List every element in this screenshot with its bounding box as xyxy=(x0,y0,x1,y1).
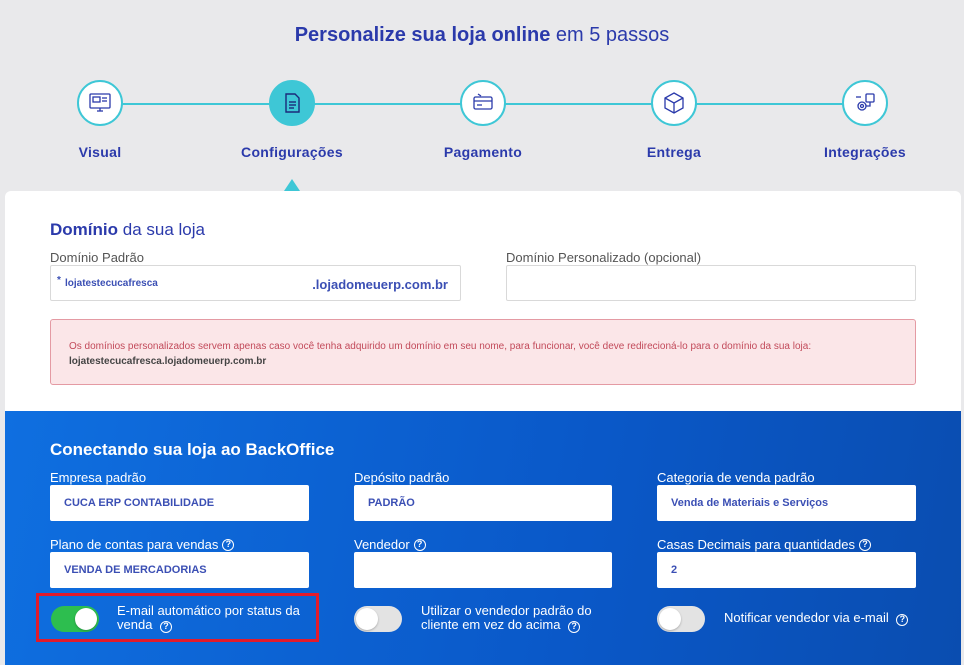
default-domain-field[interactable]: * lojatestecucafresca .lojadomeuerp.com.… xyxy=(50,265,461,301)
toggle-knob xyxy=(75,608,97,630)
categoria-label: Categoria de venda padrão xyxy=(657,470,815,485)
vendedor-padrao-label: Utilizar o vendedor padrão do cliente em… xyxy=(421,604,611,633)
notificar-text: Notificar vendedor via e-mail xyxy=(724,610,889,625)
notificar-label: Notificar vendedor via e-mail ? xyxy=(724,611,924,626)
toggle-knob xyxy=(659,608,681,630)
required-mark: * xyxy=(57,275,61,286)
active-step-pointer xyxy=(284,179,300,191)
default-domain-suffix: .lojadomeuerp.com.br xyxy=(312,277,448,292)
step-visual[interactable]: Visual xyxy=(20,80,180,160)
step-label: Entrega xyxy=(646,144,702,160)
vendedor-label-row: Vendedor ? xyxy=(354,537,426,552)
step-configuracoes[interactable]: Configurações xyxy=(212,80,372,160)
step-label: Configurações xyxy=(241,144,343,160)
box-icon xyxy=(651,80,697,126)
step-label: Pagamento xyxy=(443,144,523,160)
help-icon[interactable]: ? xyxy=(222,538,235,551)
page-title-rest: em 5 passos xyxy=(555,24,670,46)
help-icon[interactable]: ? xyxy=(413,538,426,551)
toggle-knob xyxy=(356,608,378,630)
email-auto-text: E-mail automático por status da venda xyxy=(117,603,300,632)
vendedor-label: Vendedor xyxy=(354,537,410,552)
step-label: Integrações xyxy=(824,144,906,160)
step-pagamento[interactable]: Pagamento xyxy=(403,80,563,160)
plano-label: Plano de contas para vendas xyxy=(50,537,219,552)
layout-icon xyxy=(77,80,123,126)
help-icon[interactable]: ? xyxy=(160,620,173,633)
vendedor-padrao-toggle[interactable] xyxy=(354,606,402,632)
domain-title-bold: Domínio xyxy=(50,220,118,239)
categoria-select[interactable]: Venda de Materiais e Serviços xyxy=(657,485,916,521)
backoffice-title: Conectando sua loja ao BackOffice xyxy=(50,440,335,459)
casas-label-row: Casas Decimais para quantidades ? xyxy=(657,537,871,552)
step-label: Visual xyxy=(78,144,122,160)
help-icon[interactable]: ? xyxy=(859,538,871,551)
domain-title-rest: da sua loja xyxy=(122,220,205,239)
domain-section-title: Domínio da sua loja xyxy=(50,220,205,240)
document-icon xyxy=(269,80,315,126)
plano-select[interactable]: VENDA DE MERCADORIAS xyxy=(50,552,309,588)
vendedor-select[interactable] xyxy=(354,552,612,588)
email-auto-label: E-mail automático por status da venda ? xyxy=(117,604,312,633)
help-icon[interactable]: ? xyxy=(568,620,581,633)
help-icon[interactable]: ? xyxy=(896,613,909,626)
custom-domain-label: Domínio Personalizado (opcional) xyxy=(506,250,702,265)
email-auto-toggle[interactable] xyxy=(51,606,99,632)
empresa-select[interactable]: CUCA ERP CONTABILIDADE xyxy=(50,485,309,521)
integration-icon xyxy=(842,80,888,126)
domain-alert: Os domínios personalizados servem apenas… xyxy=(50,319,916,385)
credit-card-icon xyxy=(460,80,506,126)
custom-domain-input[interactable] xyxy=(506,265,916,301)
casas-label: Casas Decimais para quantidades xyxy=(657,537,855,552)
deposito-select[interactable]: PADRÃO xyxy=(354,485,612,521)
page-title: Personalize sua loja online em 5 passos xyxy=(0,24,964,47)
alert-text: Os domínios personalizados servem apenas… xyxy=(69,341,812,352)
step-entrega[interactable]: Entrega xyxy=(594,80,754,160)
step-integracoes[interactable]: Integrações xyxy=(785,80,945,160)
plano-label-row: Plano de contas para vendas ? xyxy=(50,537,235,552)
alert-domain: lojatestecucafresca.lojadomeuerp.com.br xyxy=(69,356,267,367)
page-title-bold: Personalize sua loja online xyxy=(294,24,551,46)
casas-input[interactable]: 2 xyxy=(657,552,916,588)
vendedor-padrao-text: Utilizar o vendedor padrão do cliente em… xyxy=(421,603,592,632)
empresa-label: Empresa padrão xyxy=(50,470,147,485)
notificar-toggle[interactable] xyxy=(657,606,705,632)
default-domain-value: lojatestecucafresca xyxy=(65,278,158,289)
default-domain-label: Domínio Padrão xyxy=(50,250,144,265)
deposito-label: Depósito padrão xyxy=(354,470,450,485)
